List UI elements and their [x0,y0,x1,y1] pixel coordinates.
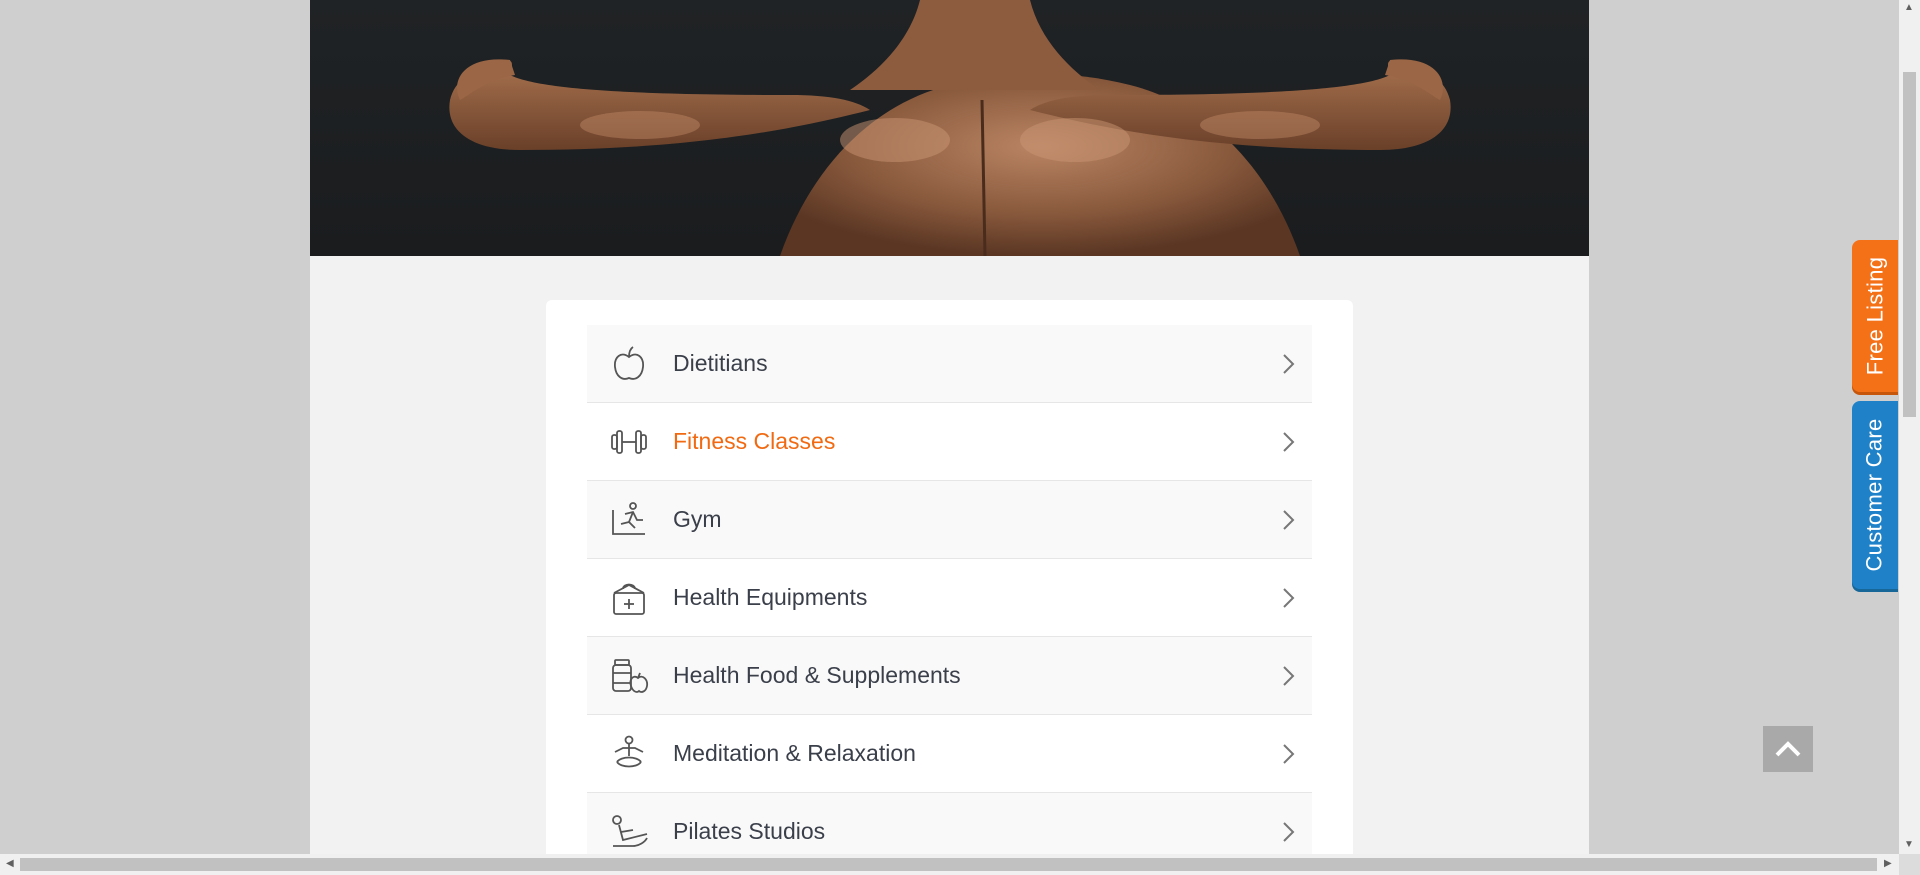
scroll-right-arrow-icon[interactable]: ▶ [1884,859,1892,869]
free-listing-tab[interactable]: Free Listing [1852,240,1898,392]
category-row-health-food-supplements[interactable]: Health Food & Supplements [587,637,1312,715]
category-card: Dietitians Fitness Classes Gym Health Eq… [546,300,1353,854]
treadmill-runner-icon [609,500,649,540]
category-label: Health Equipments [673,584,868,610]
hero-banner [310,0,1589,256]
vertical-scrollbar-thumb[interactable] [1903,72,1916,417]
category-row-meditation-relaxation[interactable]: Meditation & Relaxation [587,715,1312,793]
chevron-right-icon [1283,666,1295,686]
category-label: Gym [673,506,722,532]
customer-care-tab[interactable]: Customer Care [1852,401,1898,589]
category-label: Pilates Studios [673,818,826,844]
category-list: Dietitians Fitness Classes Gym Health Eq… [587,325,1312,854]
medical-kit-icon [609,578,649,618]
category-row-fitness-classes[interactable]: Fitness Classes [587,403,1312,481]
meditation-icon [609,734,649,774]
category-label: Health Food & Supplements [673,662,961,688]
muscular-back-photo [449,0,1451,256]
category-label: Dietitians [673,350,768,376]
category-label: Meditation & Relaxation [673,740,916,766]
category-row-pilates-studios[interactable]: Pilates Studios [587,793,1312,854]
scroll-to-top-button[interactable] [1763,726,1813,772]
chevron-right-icon [1283,432,1295,452]
chevron-right-icon [1283,354,1295,374]
category-row-dietitians[interactable]: Dietitians [587,325,1312,403]
apple-icon [609,344,649,384]
customer-care-label: Customer Care [1862,418,1887,572]
scroll-left-arrow-icon[interactable]: ◀ [6,859,14,869]
horizontal-scrollbar[interactable]: ◀ ▶ [0,854,1899,875]
category-label: Fitness Classes [673,428,836,454]
scroll-up-arrow-icon[interactable]: ▲ [1904,3,1914,13]
free-listing-label: Free Listing [1862,256,1888,376]
supplements-jar-icon [609,656,649,696]
category-row-health-equipments[interactable]: Health Equipments [587,559,1312,637]
page-content: Dietitians Fitness Classes Gym Health Eq… [310,0,1589,854]
horizontal-scrollbar-thumb[interactable] [20,858,1877,871]
chevron-right-icon [1283,510,1295,530]
scrollbar-corner [1899,854,1920,875]
chevron-right-icon [1283,822,1295,842]
chevron-up-icon [1775,741,1801,757]
chevron-right-icon [1283,588,1295,608]
scroll-down-arrow-icon[interactable]: ▼ [1904,840,1914,850]
chevron-right-icon [1283,744,1295,764]
category-row-gym[interactable]: Gym [587,481,1312,559]
pilates-icon [609,812,649,852]
vertical-scrollbar[interactable]: ▲ ▼ [1899,0,1920,854]
dumbbell-icon [609,422,649,462]
